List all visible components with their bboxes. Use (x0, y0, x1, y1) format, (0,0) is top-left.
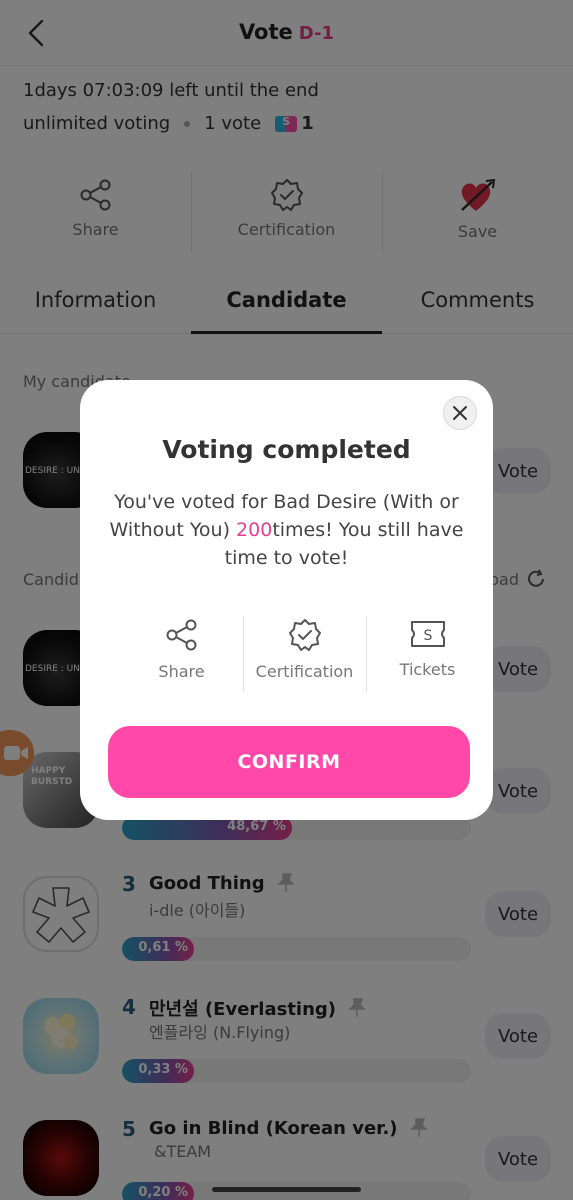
dialog-message: You've voted for Bad Desire (With or Wit… (106, 488, 467, 572)
dialog-certification-action[interactable]: Certification (243, 616, 366, 692)
dialog-certification-label: Certification (255, 662, 354, 681)
dialog-title: Voting completed (162, 435, 411, 464)
dialog-tickets-action[interactable]: S Tickets (366, 616, 489, 692)
certification-badge-icon (288, 619, 321, 651)
share-icon (166, 619, 196, 651)
close-icon (453, 406, 467, 420)
voting-completed-dialog: Voting completed You've voted for Bad De… (80, 380, 493, 820)
ticket-icon: S (410, 621, 445, 647)
vote-count-highlight: 200 (236, 519, 273, 541)
confirm-button[interactable]: CONFIRM (108, 726, 470, 798)
dialog-tickets-label: Tickets (399, 660, 456, 679)
dialog-action-row: Share Certification S Tickets (120, 616, 490, 692)
close-button[interactable] (443, 396, 477, 430)
home-indicator (212, 1187, 361, 1192)
svg-text:S: S (423, 628, 432, 644)
dialog-share-label: Share (158, 662, 205, 681)
dialog-share-action[interactable]: Share (120, 616, 243, 692)
